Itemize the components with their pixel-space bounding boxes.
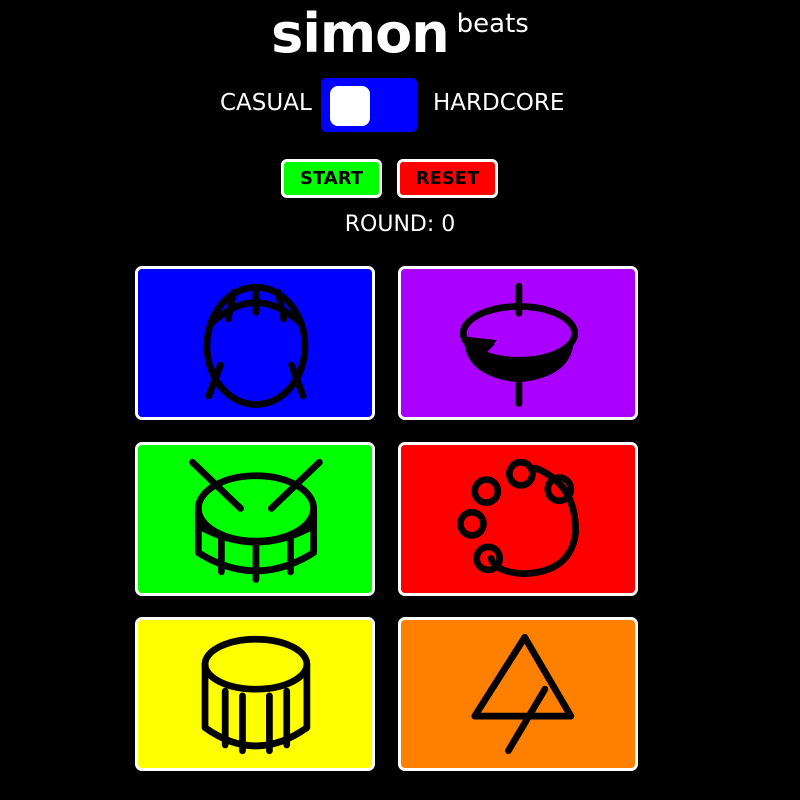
bass-drum-icon — [203, 283, 309, 408]
mode-selector: CASUAL HARDCORE — [0, 78, 800, 133]
tom-drum-icon — [201, 635, 311, 755]
title-sub: beats — [456, 9, 529, 39]
pad-triangle[interactable] — [398, 617, 638, 771]
reset-button[interactable]: RESET — [397, 159, 498, 198]
mode-casual-label: CASUAL — [220, 90, 312, 116]
pad-cymbal[interactable] — [398, 266, 638, 420]
toggle-knob[interactable] — [330, 86, 370, 126]
pad-tom-drum[interactable] — [135, 617, 375, 771]
round-counter: ROUND: 0 — [344, 212, 456, 237]
mode-toggle[interactable] — [321, 78, 417, 132]
tambourine-icon — [456, 458, 580, 578]
cymbal-icon — [459, 282, 579, 407]
title-main: simon — [271, 2, 449, 65]
start-button[interactable]: START — [281, 159, 382, 198]
triangle-icon — [471, 633, 575, 755]
game-page: simon beats CASUAL HARDCORE START RESET R… — [0, 0, 800, 800]
mode-hardcore-label: HARDCORE — [433, 90, 565, 116]
pad-tambourine[interactable] — [398, 442, 638, 596]
game-title: simon beats — [0, 2, 800, 65]
pad-bass-drum[interactable] — [135, 266, 375, 420]
pad-snare-drum[interactable] — [135, 442, 375, 596]
snare-drum-icon — [189, 458, 323, 583]
